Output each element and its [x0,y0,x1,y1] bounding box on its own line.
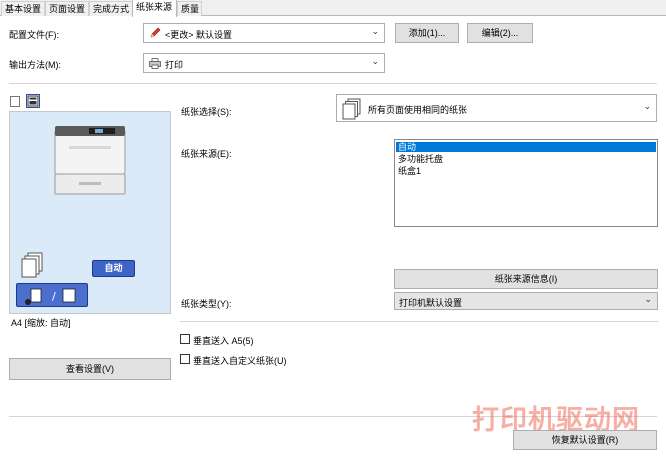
checkbox-label: 垂直送入自定义纸张(U) [193,356,287,366]
paper-type-value: 打印机默认设置 [399,298,463,308]
orientation-icons: / [25,288,76,305]
tab-label: 页面设置 [49,4,86,14]
page-view-icon[interactable] [10,96,20,107]
paper-type-select[interactable]: 打印机默认设置 ⌄ [394,292,658,310]
paper-select-dropdown[interactable]: 所有页面使用相同的纸张 ⌄ [336,94,657,122]
profile-label: 配置文件(F): [9,30,59,40]
list-item[interactable]: 多功能托盘 [396,154,656,164]
view-settings-button[interactable]: 查看设置(V) [9,358,171,380]
divider [180,321,658,322]
edit-profile-button[interactable]: 编辑(2)... [467,23,533,43]
auto-button-label: 自动 [104,263,123,273]
add-profile-button[interactable]: 添加(1)... [395,23,459,43]
stacked-pages-icon [342,98,361,120]
output-method-select[interactable]: 打印 ⌄ [143,53,385,73]
profile-value: <更改> 默认设置 [165,30,233,40]
divider [9,83,657,84]
tab-label: 完成方式 [93,4,130,14]
paper-type-label: 纸张类型(Y): [181,299,232,309]
checkbox-box[interactable] [180,334,190,344]
tab-page-settings[interactable]: 页面设置 [45,1,89,16]
printer-illustration [54,126,126,195]
profile-select[interactable]: <更改> 默认设置 ⌄ [143,23,385,43]
list-item[interactable]: 自动 [396,142,656,152]
preview-panel: 自动 / [9,111,171,314]
printer-icon [149,58,161,69]
paper-select-label: 纸张选择(S): [181,107,232,117]
tab-finishing[interactable]: 完成方式 [89,1,133,16]
svg-text:/: / [52,290,56,303]
printer-view-glyph [27,95,39,107]
tab-quality[interactable]: 质量 [177,1,202,16]
output-method-label: 输出方法(M): [9,60,61,70]
tab-paper-source[interactable]: 纸张来源 [132,0,177,17]
restore-defaults-button[interactable]: 恢复默认设置(R) [513,430,657,450]
button-label: 恢复默认设置(R) [551,435,619,445]
button-label: 添加(1)... [408,28,446,38]
chevron-down-icon: ⌄ [644,294,652,304]
checkbox-label: 垂直送入 A5(5) [193,336,254,346]
printer-view-icon[interactable] [26,94,40,108]
chevron-down-icon: ⌄ [371,26,379,36]
output-method-value: 打印 [165,60,184,70]
button-label: 纸张来源信息(I) [494,274,558,284]
tab-basic-settings[interactable]: 基本设置 [1,1,45,16]
orientation-toolbar[interactable]: / [16,283,88,307]
tab-label: 纸张来源 [136,2,173,12]
button-label: 查看设置(V) [66,364,114,374]
auto-button[interactable]: 自动 [92,260,135,277]
pencil-icon [150,27,161,38]
stacked-pages-icon [21,252,43,278]
paper-source-label: 纸张来源(E): [181,149,232,159]
preview-caption: A4 [缩放: 自动] [11,318,71,328]
checkbox-box[interactable] [180,354,190,364]
tab-bar: 基本设置 页面设置 完成方式 纸张来源 质量 [0,0,666,17]
button-label: 编辑(2)... [481,28,519,38]
paper-select-value: 所有页面使用相同的纸张 [368,105,468,115]
paper-source-info-button[interactable]: 纸张来源信息(I) [394,269,658,289]
tab-label: 基本设置 [5,4,42,14]
list-item[interactable]: 纸盒1 [396,166,656,176]
paper-source-list[interactable]: 自动 多功能托盘 纸盒1 [394,139,658,227]
chevron-down-icon: ⌄ [643,101,651,111]
tab-label: 质量 [181,4,200,14]
chevron-down-icon: ⌄ [371,56,379,66]
